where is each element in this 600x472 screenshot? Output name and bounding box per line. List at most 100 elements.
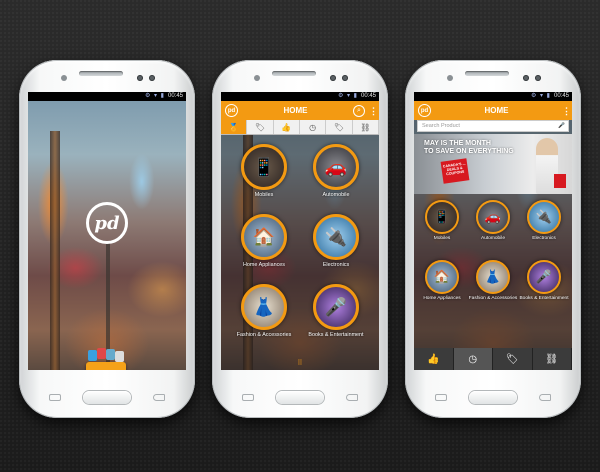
- mobile-phone-icon: 📱: [425, 200, 459, 234]
- category-fashion[interactable]: 👗 Fashion & Accessories: [467, 260, 519, 302]
- phone-home-grid: ⚙ ▾ ▮ 00:45 pd HOME ⌕ ⋮ 🏅 🏷 👍 ◷ 🏷 ⛓ 📱 Mob…: [212, 60, 388, 418]
- status-icons: ⚙ ▾ ▮: [144, 93, 165, 99]
- home-button[interactable]: [469, 391, 517, 404]
- fashion-icon: 👗: [241, 284, 287, 330]
- microphone-icon: 🎤: [313, 284, 359, 330]
- category-mobiles[interactable]: 📱 Mobiles: [229, 144, 299, 198]
- category-label: Automobile: [481, 236, 505, 241]
- status-time: 00:45: [167, 93, 183, 99]
- tag-icon[interactable]: 🏷: [493, 348, 533, 370]
- shopping-bag-image: [554, 174, 566, 188]
- category-label: Fashion & Accessories: [236, 332, 292, 338]
- app-logo[interactable]: pd: [418, 104, 431, 117]
- screen: ⚙ ▾ ▮ 00:45 pd HOME ⋮ Search Product 🎤 MA…: [414, 92, 572, 370]
- proximity-sensor: [447, 75, 453, 81]
- tab-thumbs-up-icon[interactable]: 👍: [274, 120, 300, 134]
- plug-icon: 🔌: [527, 200, 561, 234]
- car-icon: 🚗: [313, 144, 359, 190]
- menu-key[interactable]: [49, 394, 61, 401]
- category-home-appliances[interactable]: 🏠 Home Appliances: [416, 260, 468, 302]
- status-icons: ⚙ ▾ ▮: [530, 93, 551, 99]
- page-title: HOME: [484, 106, 509, 115]
- status-time: 00:45: [360, 93, 376, 99]
- tab-clock-icon[interactable]: ◷: [300, 120, 327, 134]
- category-label: Mobiles: [254, 192, 274, 198]
- back-key[interactable]: [346, 394, 358, 401]
- clock-icon[interactable]: ◷: [453, 348, 493, 370]
- search-input[interactable]: Search Product 🎤: [417, 120, 569, 132]
- pd-logo: pd: [86, 202, 128, 244]
- app-header: pd HOME ⋮: [414, 101, 572, 120]
- status-icons: ⚙ ▾ ▮: [337, 93, 358, 99]
- proximity-sensor: [254, 75, 260, 81]
- pager-dots-icon[interactable]: ⠿: [221, 359, 379, 367]
- speaker-grille: [272, 71, 316, 76]
- screen: ⚙ ▾ ▮ 00:45 pd HOME ⌕ ⋮ 🏅 🏷 👍 ◷ 🏷 ⛓ 📱 Mob…: [221, 92, 379, 370]
- status-bar: ⚙ ▾ ▮ 00:45: [221, 92, 379, 101]
- plug-icon: 🔌: [313, 214, 359, 260]
- search-icon[interactable]: ⌕: [353, 104, 365, 117]
- screen: ⚙ ▾ ▮ 00:45 pd: [28, 92, 186, 370]
- category-home-appliances[interactable]: 🏠 Home Appliances: [229, 214, 299, 268]
- status-bar: ⚙ ▾ ▮ 00:45: [414, 92, 572, 101]
- shopping-bag-icon: [86, 348, 126, 370]
- overflow-menu-icon[interactable]: ⋮: [369, 106, 378, 115]
- canada-deals-badge: CANADA'S ... DEALS & COUPONS: [440, 158, 470, 184]
- tab-badge-icon[interactable]: 🏅: [221, 120, 248, 134]
- category-automobile[interactable]: 🚗 Automobile: [467, 200, 519, 242]
- link-icon[interactable]: ⛓: [533, 348, 572, 370]
- category-automobile[interactable]: 🚗 Automobile: [301, 144, 371, 198]
- category-label: Home Appliances: [243, 262, 285, 268]
- back-key[interactable]: [539, 394, 551, 401]
- category-label: Fashion & Accessories: [468, 296, 518, 301]
- status-time: 00:45: [553, 93, 569, 99]
- tab-tags-icon[interactable]: 🏷: [326, 120, 353, 134]
- status-bar: ⚙ ▾ ▮ 00:45: [28, 92, 186, 101]
- category-mobiles[interactable]: 📱 Mobiles: [416, 200, 468, 242]
- tab-tag-icon[interactable]: 🏷: [247, 120, 274, 134]
- menu-key[interactable]: [242, 394, 254, 401]
- bottom-nav: 👍 ◷ 🏷 ⛓: [414, 348, 572, 370]
- promo-banner[interactable]: MAY IS THE MONTH TO SAVE ON EVERYTHING C…: [414, 134, 572, 194]
- thumbs-up-icon[interactable]: 👍: [414, 348, 454, 370]
- speaker-grille: [465, 71, 509, 76]
- category-label: Electronics: [322, 262, 350, 268]
- house-icon: 🏠: [425, 260, 459, 294]
- category-label: Mobiles: [433, 236, 451, 241]
- menu-key[interactable]: [435, 394, 447, 401]
- phone-splash: ⚙ ▾ ▮ 00:45 pd: [19, 60, 195, 418]
- overflow-menu-icon[interactable]: ⋮: [562, 106, 571, 115]
- app-header: pd HOME ⌕ ⋮: [221, 101, 379, 120]
- page-title: HOME: [283, 106, 308, 115]
- category-label: Books & Entertainment: [519, 296, 569, 301]
- category-label: Electronics: [532, 236, 556, 241]
- front-camera: [137, 75, 143, 81]
- app-logo[interactable]: pd: [225, 104, 238, 117]
- category-label: Books & Entertainment: [308, 332, 364, 338]
- category-books[interactable]: 🎤 Books & Entertainment: [518, 260, 570, 302]
- home-button[interactable]: [83, 391, 131, 404]
- banner-headline: MAY IS THE MONTH TO SAVE ON EVERYTHING: [424, 140, 514, 155]
- category-label: Home Appliances: [423, 296, 461, 301]
- category-label: Automobile: [322, 192, 350, 198]
- front-camera-2: [535, 75, 541, 81]
- front-camera-2: [149, 75, 155, 81]
- microphone-icon[interactable]: 🎤: [558, 121, 565, 131]
- front-camera: [330, 75, 336, 81]
- back-key[interactable]: [153, 394, 165, 401]
- category-fashion[interactable]: 👗 Fashion & Accessories: [229, 284, 299, 338]
- category-electronics[interactable]: 🔌 Electronics: [518, 200, 570, 242]
- proximity-sensor: [61, 75, 67, 81]
- search-placeholder: Search Product: [422, 123, 460, 129]
- car-icon: 🚗: [476, 200, 510, 234]
- speaker-grille: [79, 71, 123, 76]
- home-button[interactable]: [276, 391, 324, 404]
- front-camera-2: [342, 75, 348, 81]
- tab-link-icon[interactable]: ⛓: [353, 120, 379, 134]
- phone-home-banner: ⚙ ▾ ▮ 00:45 pd HOME ⋮ Search Product 🎤 MA…: [405, 60, 581, 418]
- front-camera: [523, 75, 529, 81]
- microphone-icon: 🎤: [527, 260, 561, 294]
- category-books[interactable]: 🎤 Books & Entertainment: [301, 284, 371, 338]
- category-electronics[interactable]: 🔌 Electronics: [301, 214, 371, 268]
- mobile-phone-icon: 📱: [241, 144, 287, 190]
